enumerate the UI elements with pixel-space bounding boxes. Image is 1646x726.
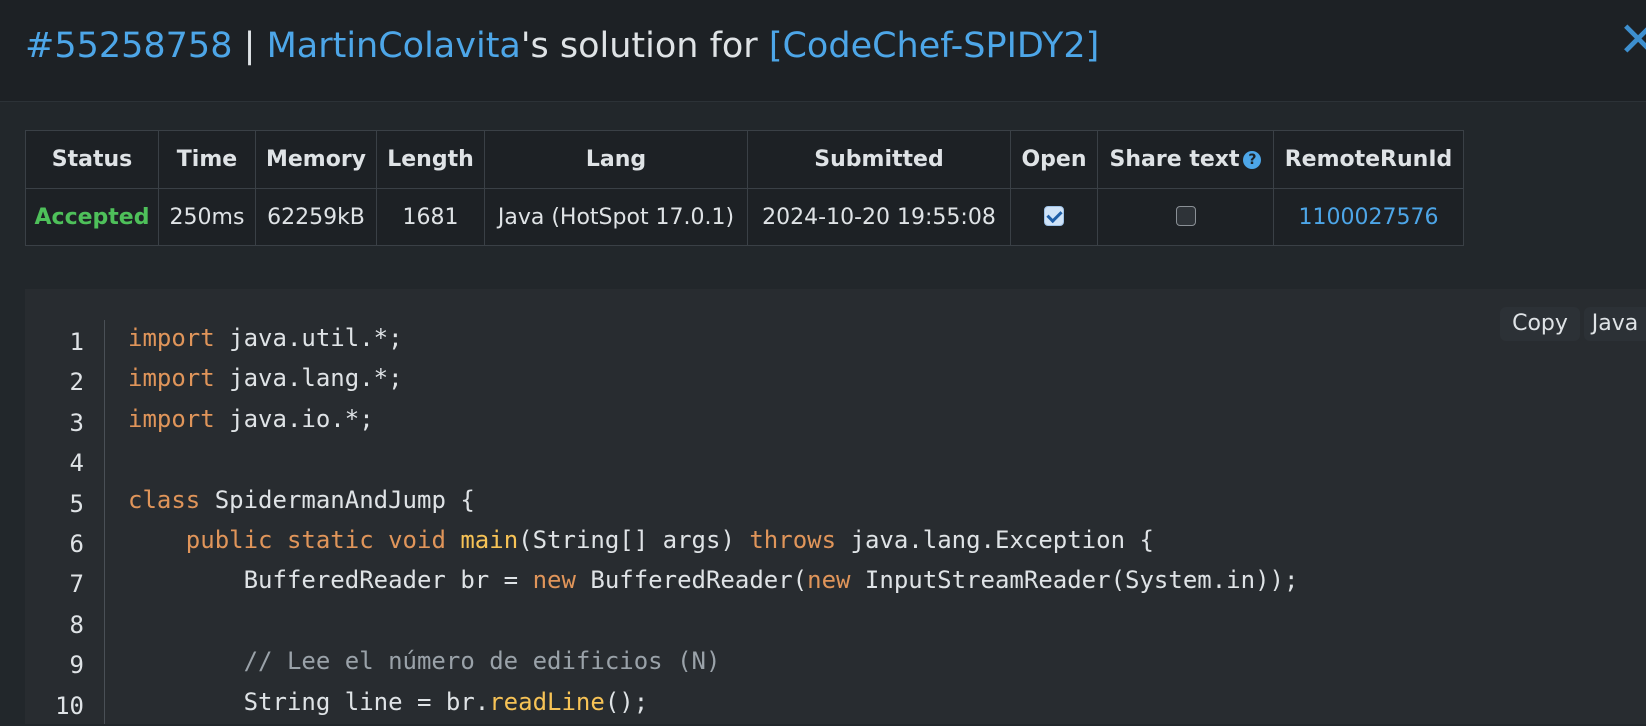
submission-info-table: Status Time Memory Length Lang Submitted… xyxy=(25,130,1464,246)
code-token: java.util.*; xyxy=(214,324,403,352)
code-token: throws xyxy=(749,525,837,554)
share-text-label: Share text xyxy=(1109,147,1240,172)
code-token: new xyxy=(807,566,851,595)
code-token: SpidermanAndJump { xyxy=(200,485,475,514)
code-token: static xyxy=(286,525,374,554)
code-text: // Lee el número de edificios (N) xyxy=(128,645,721,677)
col-header-memory: Memory xyxy=(255,130,377,189)
col-header-lang: Lang xyxy=(484,130,748,189)
code-text: String line = br.readLine(); xyxy=(128,686,649,718)
code-token: java.lang.*; xyxy=(214,364,403,393)
code-text: class SpidermanAndJump { xyxy=(128,484,475,516)
line-number: 2 xyxy=(69,368,84,397)
code-token: import xyxy=(128,404,215,433)
code-token: class xyxy=(128,485,201,514)
col-header-status: Status xyxy=(25,130,159,189)
col-header-submitted: Submitted xyxy=(747,130,1011,189)
code-token: String line = br. xyxy=(128,687,490,716)
code-text: BufferedReader br = new BufferedReader(n… xyxy=(128,564,1299,596)
code-token: (); xyxy=(604,687,649,716)
open-checkbox[interactable] xyxy=(1044,205,1064,226)
status-cell: Accepted xyxy=(25,188,159,246)
line-number: 7 xyxy=(69,570,84,599)
title-separator: | xyxy=(243,26,256,66)
line-number: 6 xyxy=(69,529,84,558)
code-text: import java.lang.*; xyxy=(128,362,403,394)
code-token: java.io.*; xyxy=(214,404,374,433)
line-number: 10 xyxy=(55,691,84,720)
code-token: import xyxy=(128,324,215,352)
code-line: 10 String line = br.readLine(); xyxy=(0,686,1646,726)
code-line: 8 xyxy=(0,605,1646,645)
share-text-checkbox[interactable] xyxy=(1175,205,1196,226)
time-cell: 250ms xyxy=(158,188,256,246)
line-number: 4 xyxy=(69,449,84,478)
open-cell xyxy=(1010,188,1098,246)
line-number: 8 xyxy=(69,610,84,639)
code-text: import java.io.*; xyxy=(128,403,374,435)
code-token: (String[] args) xyxy=(518,525,750,554)
code-text: public static void main(String[] args) t… xyxy=(128,524,1154,556)
line-number: 9 xyxy=(69,651,84,680)
code-line: 4 xyxy=(0,443,1646,483)
code-block[interactable]: 1 import java.util.*; 2 import java.lang.*;… xyxy=(0,322,1646,726)
code-token: java.lang.Exception { xyxy=(836,525,1154,554)
code-line: 3 import java.io.*; xyxy=(0,403,1646,443)
col-header-remote-run-id: RemoteRunId xyxy=(1273,130,1464,189)
code-token: import xyxy=(128,364,215,393)
line-number: 1 xyxy=(69,328,84,356)
length-cell: 1681 xyxy=(376,188,485,246)
user-link[interactable]: MartinColavita xyxy=(267,26,521,66)
code-token: BufferedReader br = xyxy=(128,566,533,595)
code-token: BufferedReader( xyxy=(575,566,808,595)
code-token: // Lee el número de edificios (N) xyxy=(243,647,721,676)
col-header-time: Time xyxy=(158,130,256,189)
col-header-length: Length xyxy=(376,130,485,189)
code-line: 9 // Lee el número de edificios (N) xyxy=(0,645,1646,685)
submitted-cell: 2024-10-20 19:55:08 xyxy=(747,188,1011,246)
code-line: 2 import java.lang.*; xyxy=(0,362,1646,402)
modal-header: #55258758 | MartinColavita's solution fo… xyxy=(0,0,1646,102)
code-text: import java.util.*; xyxy=(128,322,403,354)
table-header-row: Status Time Memory Length Lang Submitted… xyxy=(25,130,1464,189)
code-token: void xyxy=(388,525,446,554)
col-header-open: Open xyxy=(1010,130,1098,189)
remote-run-id-cell: 1100027576 xyxy=(1273,188,1464,246)
table-row: Accepted 250ms 62259kB 1681 Java (HotSpo… xyxy=(25,188,1464,246)
line-number: 3 xyxy=(69,408,84,437)
code-token: public xyxy=(185,525,273,554)
code-line: 7 BufferedReader br = new BufferedReader… xyxy=(0,564,1646,604)
title-text: 's solution for xyxy=(520,26,758,66)
code-line: 1 import java.util.*; xyxy=(0,322,1646,362)
submission-id-link[interactable]: #55258758 xyxy=(25,26,232,66)
code-line: 6 public static void main(String[] args)… xyxy=(0,524,1646,564)
share-cell xyxy=(1097,188,1274,246)
code-token: readLine xyxy=(489,687,605,716)
problem-link[interactable]: [CodeChef-SPIDY2] xyxy=(769,26,1099,66)
memory-cell: 62259kB xyxy=(255,188,377,246)
close-icon[interactable]: ✕ xyxy=(1618,16,1646,64)
remote-run-id-link[interactable]: 1100027576 xyxy=(1299,205,1439,230)
code-token: main xyxy=(460,525,519,554)
col-header-share-text: Share text? xyxy=(1097,130,1274,189)
page-title: #55258758 | MartinColavita's solution fo… xyxy=(25,22,1099,70)
lang-cell: Java (HotSpot 17.0.1) xyxy=(484,188,748,246)
code-line: 5 class SpidermanAndJump { xyxy=(0,484,1646,524)
line-number: 5 xyxy=(69,489,84,518)
help-icon[interactable]: ? xyxy=(1243,151,1262,169)
code-token: new xyxy=(532,566,576,595)
code-token: InputStreamReader(System.in)); xyxy=(850,566,1299,595)
